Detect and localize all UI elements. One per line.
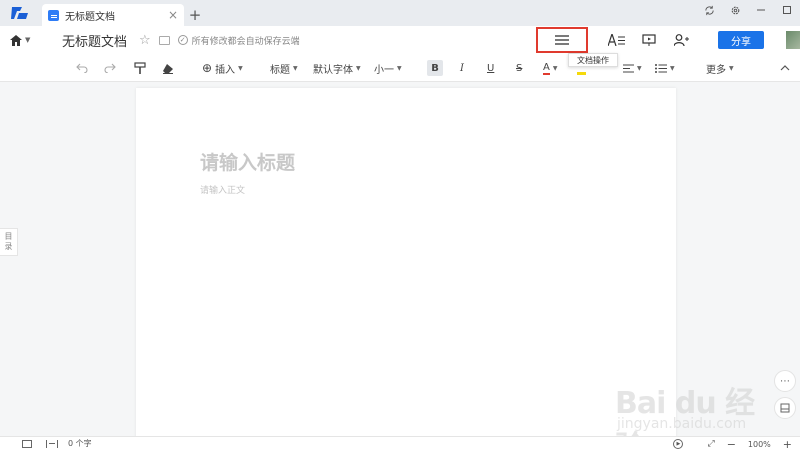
heading-label: 标题	[270, 64, 290, 76]
font-color-button[interactable]: A ▼	[543, 54, 557, 82]
document-tab[interactable]: 无标题文档 ×	[42, 4, 184, 26]
undo-button[interactable]	[76, 54, 88, 82]
table-of-contents-tab[interactable]: 目 录	[0, 228, 18, 256]
chevron-down-icon: ▼	[397, 64, 402, 72]
more-label: 更多	[706, 64, 726, 76]
clear-format-button[interactable]	[162, 54, 174, 82]
chevron-down-icon: ▼	[552, 64, 558, 72]
insert-menu[interactable]: ⊕ 插入 ▼	[202, 54, 243, 82]
highlighter-icon	[577, 71, 586, 75]
undo-icon	[76, 63, 88, 73]
list-dropdown[interactable]: ▼	[655, 54, 675, 82]
strikethrough-button[interactable]: S	[516, 54, 522, 82]
share-button[interactable]: 分享	[718, 31, 764, 49]
bulleted-list-icon	[655, 63, 667, 73]
sync-icon[interactable]	[696, 0, 722, 20]
hamburger-menu-icon	[555, 35, 569, 45]
play-icon[interactable]: ▶	[673, 439, 684, 449]
heading-dropdown[interactable]: 标题 ▼	[270, 54, 298, 82]
word-count: 0 个字	[68, 439, 92, 448]
presentation-icon	[642, 34, 656, 46]
settings-gear-icon[interactable]	[722, 0, 748, 20]
add-user-icon	[673, 34, 689, 46]
home-button[interactable]: ▼	[10, 34, 46, 46]
font-family-dropdown[interactable]: 默认字体 ▼	[313, 54, 361, 82]
presentation-button[interactable]	[634, 26, 664, 54]
toc-label-1: 目	[4, 232, 13, 241]
font-size-label: 小一	[374, 64, 394, 76]
chevron-down-icon: ▼	[356, 64, 361, 72]
tab-title: 无标题文档	[65, 11, 115, 23]
more-options-button[interactable]: ⋯	[774, 370, 796, 392]
underline-button[interactable]: U	[487, 54, 494, 82]
document-operations-button[interactable]	[536, 27, 588, 53]
avatar[interactable]	[786, 31, 800, 49]
side-panel-button[interactable]	[774, 397, 796, 419]
check-circle-icon: ✓	[177, 35, 188, 45]
minimize-icon[interactable]	[748, 0, 774, 20]
body-placeholder[interactable]: 请输入正文	[200, 183, 245, 196]
redo-icon	[104, 63, 116, 73]
page-width-icon[interactable]	[46, 439, 58, 448]
new-tab-button[interactable]: +	[184, 4, 206, 26]
font-family-label: 默认字体	[313, 64, 353, 76]
more-dropdown[interactable]: 更多 ▼	[706, 54, 734, 82]
document-title[interactable]: 无标题文档	[62, 31, 127, 50]
chevron-down-icon: ▼	[637, 64, 642, 72]
redo-button[interactable]	[104, 54, 116, 82]
text-style-icon	[608, 34, 625, 46]
align-icon	[623, 64, 634, 72]
zoom-in-button[interactable]: +	[783, 438, 792, 450]
plus-circle-icon: ⊕	[202, 61, 213, 75]
chevron-up-icon	[780, 65, 790, 71]
save-status: ✓ 所有修改都会自动保存云端	[177, 34, 300, 47]
maximize-icon[interactable]	[774, 0, 800, 20]
title-bar: 无标题文档 × +	[0, 0, 800, 26]
zoom-controls: ▶ ⤢ − 100% +	[673, 437, 800, 450]
chevron-down-icon: ▼	[238, 64, 243, 72]
chevron-down-icon: ▼	[729, 64, 734, 72]
document-page[interactable]: 请输入标题 请输入正文	[136, 88, 676, 438]
title-placeholder[interactable]: 请输入标题	[200, 148, 295, 175]
app-logo-icon[interactable]	[0, 0, 40, 26]
format-painter-button[interactable]	[134, 54, 146, 82]
document-icon	[48, 9, 59, 21]
text-style-button[interactable]	[602, 26, 632, 54]
status-bar: 0 个字 ▶ ⤢ − 100% +	[0, 436, 800, 450]
home-icon	[10, 34, 22, 46]
format-painter-icon	[134, 62, 146, 74]
document-operations-tooltip: 文档操作	[568, 53, 618, 67]
align-dropdown[interactable]: ▼	[623, 54, 642, 82]
save-status-text: 所有修改都会自动保存云端	[191, 36, 300, 47]
zoom-out-button[interactable]: −	[727, 438, 736, 450]
insert-label: 插入	[215, 64, 236, 76]
header-actions: 分享	[536, 26, 800, 54]
font-color-label: A	[543, 61, 550, 75]
outline-view-icon[interactable]	[22, 439, 32, 448]
panel-icon	[780, 403, 790, 413]
chevron-down-icon: ▼	[670, 64, 675, 72]
chevron-down-icon: ▼	[25, 36, 31, 44]
star-icon[interactable]: ☆	[139, 33, 151, 48]
close-tab-icon[interactable]: ×	[168, 8, 178, 22]
italic-button[interactable]: I	[460, 54, 464, 82]
toc-label-2: 录	[4, 242, 13, 251]
fit-screen-icon[interactable]: ⤢	[707, 439, 714, 449]
formatting-toolbar: ⊕ 插入 ▼ 标题 ▼ 默认字体 ▼ 小一 ▼ B I U S A ▼ ▼ ▼ …	[0, 54, 800, 82]
ellipsis-icon: ⋯	[780, 375, 790, 387]
eraser-icon	[163, 63, 173, 74]
collapse-toolbar-button[interactable]	[780, 54, 790, 82]
zoom-level[interactable]: 100%	[748, 440, 771, 449]
document-header: ▼ 无标题文档 ☆ ✓ 所有修改都会自动保存云端 分享	[0, 26, 800, 54]
add-collaborator-button[interactable]	[666, 26, 696, 54]
bold-button[interactable]: B	[427, 60, 443, 76]
chevron-down-icon: ▼	[293, 64, 298, 72]
window-controls	[696, 0, 800, 20]
font-size-dropdown[interactable]: 小一 ▼	[374, 54, 402, 82]
folder-icon[interactable]	[158, 35, 170, 45]
